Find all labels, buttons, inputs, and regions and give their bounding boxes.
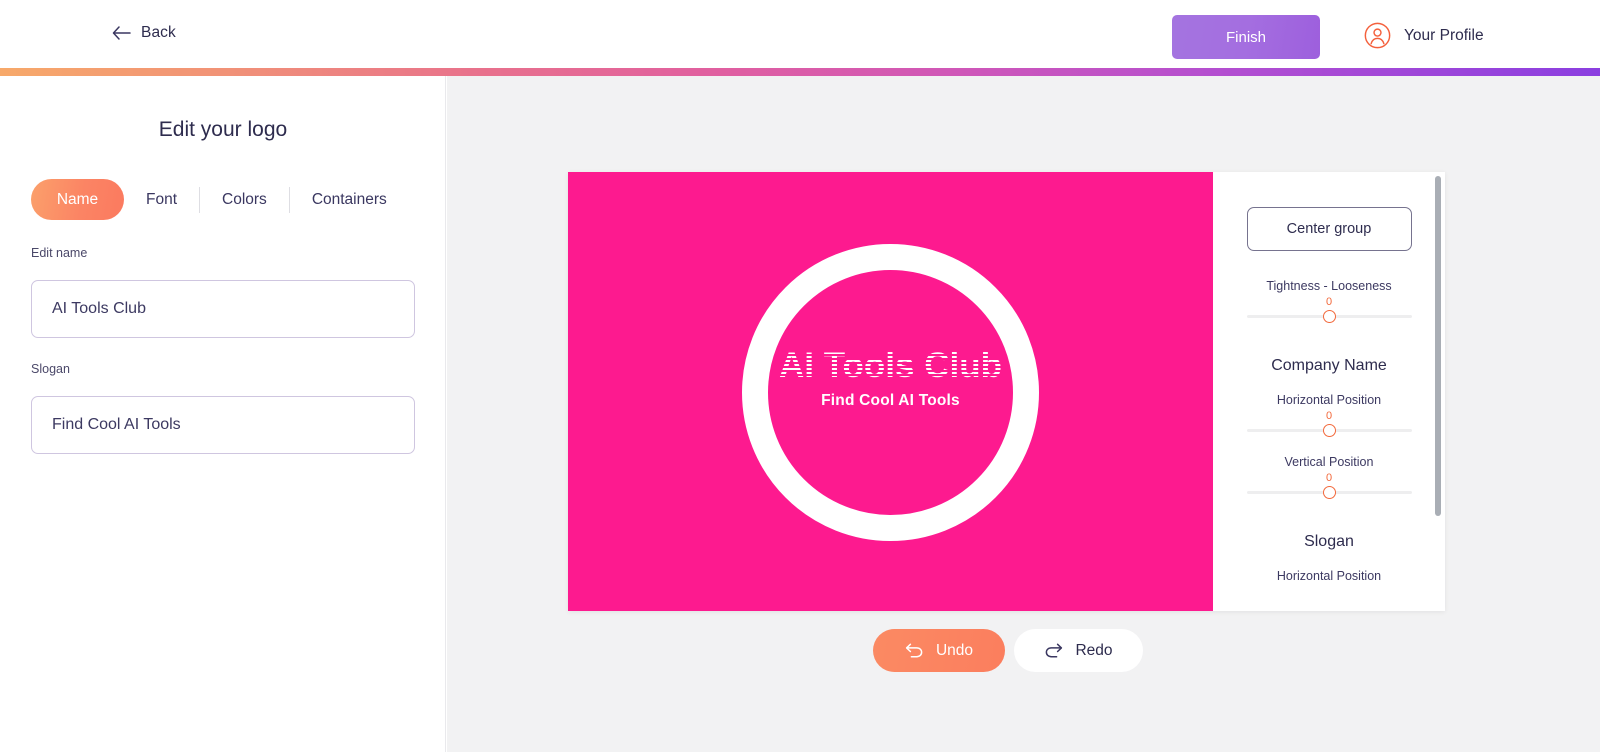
profile-menu[interactable]: Your Profile: [1364, 22, 1484, 49]
page-title: Edit your logo: [158, 118, 288, 141]
logo-editor-panel: AI Tools Club Find Cool AI Tools Center …: [568, 172, 1445, 611]
arrow-left-icon: [112, 26, 131, 40]
editor-tabs: Name Font Colors Containers: [31, 179, 409, 220]
history-actions: Undo Redo: [873, 629, 1143, 672]
slogan-horizontal-label: Horizontal Position: [1276, 569, 1382, 583]
company-horizontal-value: 0: [1325, 410, 1333, 422]
edit-name-input[interactable]: [31, 280, 415, 338]
slider-handle[interactable]: [1322, 310, 1336, 323]
undo-button[interactable]: Undo: [873, 629, 1005, 672]
slogan-input[interactable]: [31, 396, 415, 454]
slogan-horizontal-slider-block: Horizontal Position: [1213, 569, 1445, 583]
back-button[interactable]: Back: [112, 24, 176, 42]
company-vertical-label: Vertical Position: [1284, 455, 1374, 469]
undo-label: Undo: [935, 641, 974, 659]
company-horizontal-label: Horizontal Position: [1276, 393, 1382, 407]
tightness-label: Tightness - Looseness: [1266, 279, 1392, 293]
logo-company-name[interactable]: AI Tools Club: [779, 347, 1002, 385]
slider-handle[interactable]: [1322, 486, 1336, 499]
controls-scroll-content: Center group Tightness - Looseness 0 Com…: [1213, 172, 1445, 583]
redo-button[interactable]: Redo: [1014, 629, 1143, 672]
slogan-group-title: Slogan: [1304, 533, 1354, 550]
back-label: Back: [141, 24, 176, 41]
slider-handle[interactable]: [1322, 424, 1336, 437]
profile-label: Your Profile: [1404, 26, 1484, 44]
redo-label: Redo: [1075, 641, 1113, 659]
user-circle-icon: [1364, 22, 1391, 49]
logo-preview-canvas[interactable]: AI Tools Club Find Cool AI Tools: [568, 172, 1213, 611]
main-canvas-area: AI Tools Club Find Cool AI Tools Center …: [447, 76, 1600, 752]
company-horizontal-slider-block: Horizontal Position 0: [1213, 393, 1445, 437]
center-group-button[interactable]: Center group: [1246, 207, 1412, 251]
company-vertical-value: 0: [1325, 472, 1333, 484]
tightness-value: 0: [1325, 296, 1333, 308]
redo-arrow-icon: [1046, 643, 1063, 658]
tightness-slider[interactable]: [1246, 309, 1412, 323]
undo-arrow-icon: [905, 643, 923, 658]
finish-button[interactable]: Finish: [1172, 15, 1320, 59]
tab-containers[interactable]: Containers: [290, 179, 409, 220]
edit-sidebar: Edit your logo Name Font Colors Containe…: [0, 76, 446, 752]
gradient-divider: [0, 68, 1600, 76]
tightness-slider-block: Tightness - Looseness 0: [1213, 279, 1445, 323]
logo-editor-app: Back Finish Your Profile Edit your logo …: [0, 0, 1600, 752]
edit-name-label: Edit name: [31, 246, 88, 260]
company-vertical-slider[interactable]: [1246, 485, 1412, 499]
controls-scrollbar-thumb[interactable]: [1435, 176, 1441, 516]
tab-font[interactable]: Font: [124, 179, 199, 220]
logo-slogan-text[interactable]: Find Cool AI Tools: [568, 392, 1213, 410]
tab-colors[interactable]: Colors: [200, 179, 289, 220]
logo-text-group[interactable]: AI Tools Club Find Cool AI Tools: [568, 347, 1213, 410]
company-horizontal-slider[interactable]: [1246, 423, 1412, 437]
app-header: Back Finish Your Profile: [0, 0, 1600, 68]
company-vertical-slider-block: Vertical Position 0: [1213, 455, 1445, 499]
slogan-label: Slogan: [31, 362, 70, 376]
company-name-group-title: Company Name: [1271, 357, 1387, 374]
logo-controls-panel: Center group Tightness - Looseness 0 Com…: [1213, 172, 1445, 611]
tab-name[interactable]: Name: [31, 179, 124, 220]
